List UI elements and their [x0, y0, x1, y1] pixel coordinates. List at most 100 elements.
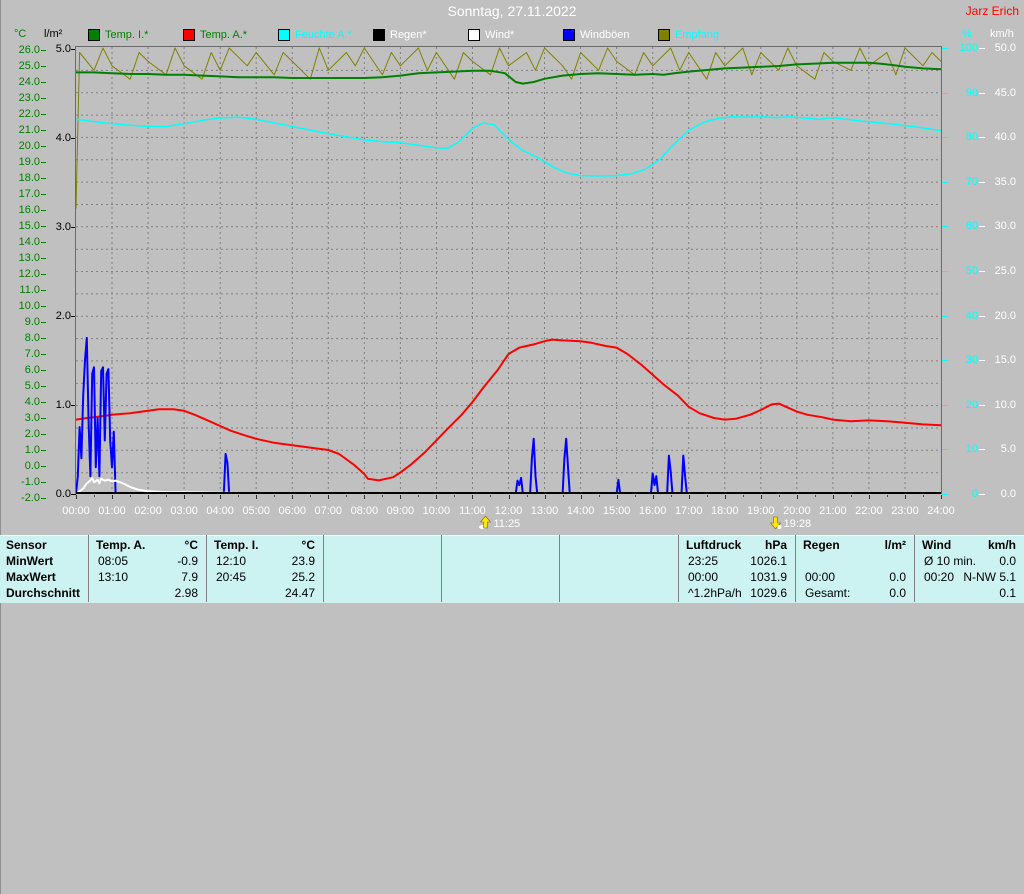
table-cell-value: 2.98	[174, 586, 198, 600]
table-column-divider	[559, 535, 560, 602]
legend-item-label: Regen*	[390, 29, 427, 41]
time-tick	[724, 495, 726, 499]
axis-tick-temp	[41, 370, 46, 371]
time-tick-half	[202, 495, 204, 497]
axis-label-temp: 20.0	[18, 140, 40, 152]
table-column-divider	[323, 535, 324, 602]
time-tick-half	[670, 495, 672, 497]
time-label: 15:00	[602, 505, 631, 517]
time-tick-half	[922, 495, 924, 497]
axis-label-temp: 7.0	[24, 348, 40, 360]
table-cell-value: 0.0	[999, 554, 1016, 568]
table-cell-value: 23.9	[291, 554, 315, 568]
time-tick	[256, 495, 258, 499]
axis-label-temp: 11.0	[19, 284, 40, 296]
time-label: 05:00	[242, 505, 270, 517]
axis-label-windspeed: 35.0	[994, 175, 1016, 188]
axis-tick-humidity	[942, 137, 948, 139]
axis-tick-temp	[41, 258, 46, 259]
axis-tick-temp	[41, 82, 46, 83]
time-label: 08:00	[350, 505, 379, 517]
time-tick	[76, 495, 77, 499]
time-tick	[904, 495, 906, 499]
time-tick-half	[778, 495, 780, 497]
axis-tick-humidity	[942, 92, 948, 94]
axis-tick-temp	[41, 66, 46, 67]
time-tick-half	[490, 495, 492, 497]
arrow-down-icon	[769, 516, 782, 530]
axis-tick-windspeed	[979, 137, 985, 139]
axis-tick-humidity	[942, 360, 948, 362]
axis-tick-humidity	[942, 404, 948, 406]
time-label: 10:00	[422, 505, 451, 517]
axis-label-temp: 9.0	[24, 316, 40, 328]
axis-label-humidity: 100	[959, 42, 978, 54]
table-cell-value: 24.47	[284, 586, 315, 600]
time-tick	[148, 495, 150, 499]
table-column-divider	[441, 535, 442, 602]
axis-label-rain: 1.0	[55, 399, 71, 411]
axis-label-windspeed: 20.0	[994, 309, 1016, 322]
axis-tick-windspeed	[979, 404, 985, 406]
marker-time-label: 11:25	[493, 518, 521, 530]
axis-label-windspeed: 25.0	[994, 265, 1016, 277]
axis-label-temp: 3.0	[24, 412, 40, 424]
time-tick-half	[706, 495, 708, 497]
time-tick-half	[814, 495, 816, 497]
plot-area	[75, 46, 942, 494]
time-tick	[760, 495, 762, 499]
time-tick-half	[310, 495, 312, 497]
time-label: 04:00	[206, 505, 234, 517]
time-tick	[652, 495, 654, 499]
time-tick-half	[850, 495, 852, 497]
axis-label-temp: 4.0	[24, 396, 40, 408]
axis-tick-temp	[41, 338, 46, 339]
axis-tick-temp	[41, 418, 46, 419]
time-tick	[184, 495, 186, 499]
time-tick-half	[166, 495, 168, 497]
time-tick-half	[346, 495, 348, 497]
time-tick	[472, 495, 474, 499]
legend-item-label: Wind*	[485, 29, 515, 41]
axis-label-temp: 10.0	[18, 300, 40, 312]
axis-label-humidity: 40	[965, 309, 978, 322]
time-label: 16:00	[638, 505, 667, 517]
axis-tick-temp	[41, 306, 46, 307]
axis-label-windspeed: 45.0	[994, 86, 1016, 99]
time-label: 21:00	[819, 505, 847, 517]
series-wind	[76, 476, 941, 494]
time-label: 00:00	[62, 505, 90, 517]
arrow-up-icon	[479, 515, 492, 529]
table-col-unit: hPa	[764, 538, 787, 552]
time-tick-half	[94, 495, 95, 497]
axis-label-humidity: 80	[965, 131, 978, 144]
time-tick	[364, 495, 366, 499]
axis-label-temp: 25.0	[18, 60, 40, 72]
axis-tick-temp	[41, 194, 46, 195]
axis-label-windspeed: 5.0	[1000, 443, 1016, 456]
axis-label-rain: 4.0	[55, 132, 71, 144]
axis-tick-windspeed	[979, 494, 985, 495]
axis-tick-temp	[41, 466, 46, 467]
axis-tick-temp	[41, 274, 46, 275]
axis-label-temp: 18.0	[18, 172, 40, 184]
time-label: 14:00	[566, 505, 595, 517]
axis-label-temp: 15.0	[18, 220, 40, 232]
legend-item: Feuchte A.*	[278, 29, 352, 41]
legend-item: Temp. A.*	[183, 29, 247, 41]
table-col-unit: °C	[301, 538, 315, 552]
axis-tick-temp	[41, 482, 46, 483]
legend-item: Wind*	[468, 29, 514, 41]
axis-label-rain: 5.0	[55, 43, 71, 55]
axis-label-temp: 26.0	[18, 44, 40, 56]
axis-label-temp: 17.0	[18, 188, 40, 200]
time-tick	[544, 495, 546, 499]
axis-tick-windspeed	[979, 181, 985, 183]
time-tick	[220, 495, 222, 499]
axis-line-windspeed	[0, 448, 1, 894]
time-tick-half	[742, 495, 744, 497]
axis-tick-windspeed	[979, 360, 985, 362]
time-tick-half	[274, 495, 276, 497]
time-label: 13:00	[530, 505, 559, 517]
axis-tick-temp	[41, 162, 46, 163]
